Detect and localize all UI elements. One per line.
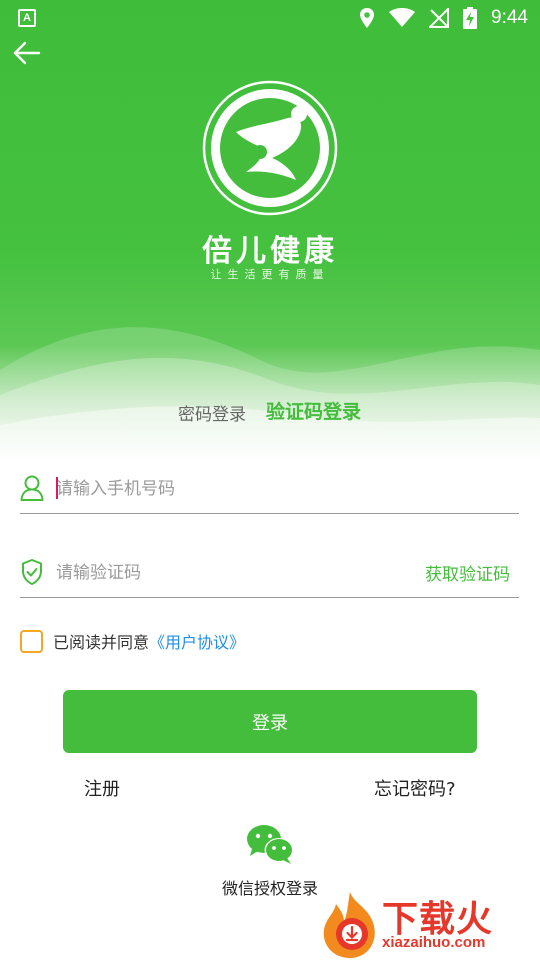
battery-charging-icon: [463, 7, 478, 29]
agreement-row: 已阅读并同意 《用户协议》: [20, 628, 245, 654]
phone-input[interactable]: [56, 474, 436, 504]
phone-field: [20, 464, 519, 514]
status-bar: A 9:44: [0, 0, 540, 36]
verification-code-input[interactable]: [56, 558, 436, 588]
forgot-password-link[interactable]: 忘记密码?: [374, 775, 456, 801]
wechat-icon[interactable]: [246, 823, 294, 865]
text-cursor: [56, 477, 58, 499]
get-code-button[interactable]: 获取验证码: [425, 560, 510, 585]
shield-check-icon: [22, 559, 42, 585]
login-button[interactable]: 登录: [63, 690, 477, 753]
wave-decoration: [0, 327, 540, 460]
brand-slogan: 让生活更有质量: [210, 268, 330, 281]
app-notification-icon: A: [18, 9, 36, 27]
user-icon: [20, 475, 44, 501]
agreement-text: 已阅读并同意: [53, 633, 150, 652]
wifi-icon: [389, 8, 416, 27]
flame-logo-icon: [323, 892, 375, 958]
login-mode-tabs: 密码登录 验证码登录: [0, 395, 540, 425]
watermark-text-en: xiazaihuo.com: [382, 934, 486, 951]
tab-sms-login[interactable]: 验证码登录: [266, 397, 361, 424]
agreement-checkbox[interactable]: [20, 629, 43, 653]
status-icons: 9:44: [359, 6, 528, 30]
no-signal-icon: [429, 8, 450, 28]
app-logo: [202, 80, 338, 216]
verification-code-field: 获取验证码: [20, 548, 519, 598]
status-time: 9:44: [491, 7, 528, 28]
register-link[interactable]: 注册: [84, 775, 120, 801]
tab-password-login[interactable]: 密码登录: [178, 400, 246, 425]
back-button[interactable]: [12, 38, 42, 68]
site-watermark: 下载火 xiazaihuo.com: [318, 890, 540, 960]
brand-name: 倍儿健康: [202, 234, 338, 269]
location-icon: [360, 8, 375, 28]
back-arrow-icon: [13, 41, 41, 65]
user-agreement-link[interactable]: 《用户协议》: [149, 629, 245, 653]
